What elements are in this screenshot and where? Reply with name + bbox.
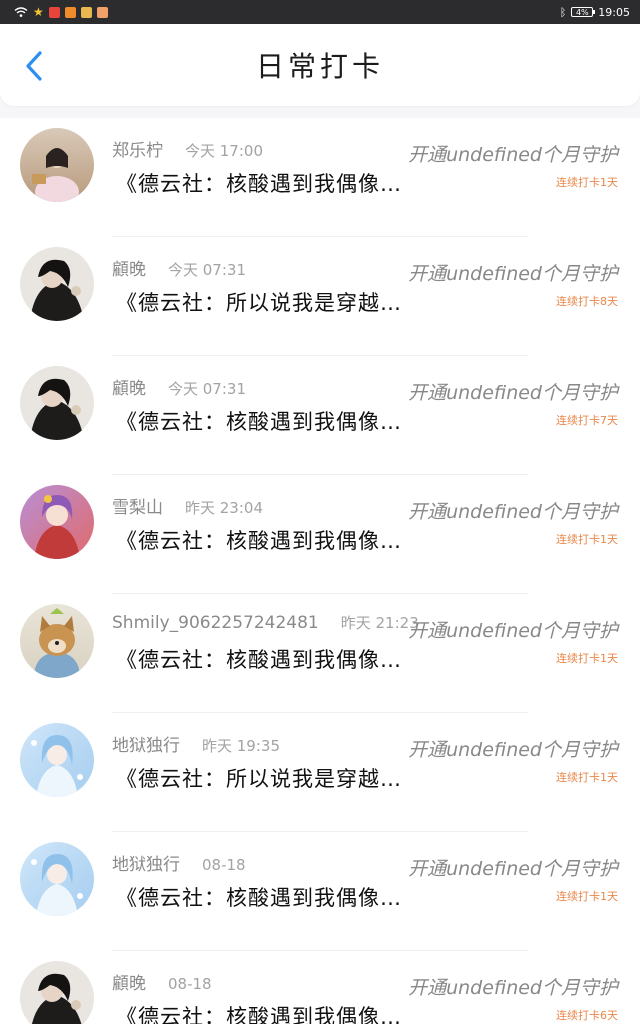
user-name[interactable]: 地狱独行	[112, 850, 180, 875]
streak-badge: 连续打卡1天	[556, 771, 618, 784]
avatar[interactable]	[20, 723, 94, 797]
post-content[interactable]: 《德云社：所以说我是穿越…	[116, 287, 420, 317]
post-time: 昨天 23:04	[185, 499, 263, 517]
user-name[interactable]: 顧晚	[112, 374, 146, 399]
guard-text: 开通undefined个月守护	[408, 739, 618, 761]
battery-icon: 4%	[571, 7, 596, 17]
status-bar: ★ ᛒ 4% 19:05	[0, 0, 640, 24]
streak-badge: 连续打卡6天	[556, 1009, 618, 1022]
clock: 19:05	[598, 5, 630, 19]
header: 日常打卡	[0, 24, 640, 106]
guard-text: 开通undefined个月守护	[408, 858, 618, 880]
guard-text: 开通undefined个月守护	[408, 263, 618, 285]
battery-level: 4%	[575, 7, 589, 17]
post-content[interactable]: 《德云社：核酸遇到我偶像…	[116, 644, 420, 674]
checkin-list: 郑乐柠 今天 17:00 《德云社：核酸遇到我偶像… 开通undefined个月…	[0, 118, 640, 1024]
streak-badge: 连续打卡1天	[556, 176, 618, 189]
post-time: 今天 17:00	[185, 142, 263, 160]
user-name[interactable]: 顧晚	[112, 255, 146, 280]
name-line: 雪梨山 昨天 23:04	[112, 493, 263, 518]
streak-badge: 连续打卡1天	[556, 652, 618, 665]
name-line: 顧晚 今天 07:31	[112, 255, 246, 280]
list-item[interactable]: 顧晚 今天 07:31 《德云社：所以说我是穿越… 开通undefined个月守…	[0, 237, 640, 356]
name-line: 顧晚 今天 07:31	[112, 374, 246, 399]
user-name[interactable]: 雪梨山	[112, 493, 163, 518]
guard-text: 开通undefined个月守护	[408, 977, 618, 999]
list-item[interactable]: 郑乐柠 今天 17:00 《德云社：核酸遇到我偶像… 开通undefined个月…	[0, 118, 640, 237]
post-time: 昨天 21:23	[340, 614, 419, 632]
list-item[interactable]: 雪梨山 昨天 23:04 《德云社：核酸遇到我偶像… 开通undefined个月…	[0, 475, 640, 594]
name-line: Shmily_9062257242481 昨天 21:23	[112, 612, 419, 633]
app-peach-icon	[96, 6, 108, 18]
list-item[interactable]: 地狱独行 昨天 19:35 《德云社：所以说我是穿越… 开通undefined个…	[0, 713, 640, 832]
back-button[interactable]	[18, 50, 50, 82]
avatar[interactable]	[20, 247, 94, 321]
avatar[interactable]	[20, 604, 94, 678]
star-icon: ★	[33, 5, 44, 19]
app-yellow-icon	[80, 6, 92, 18]
list-item[interactable]: 顧晚 今天 07:31 《德云社：核酸遇到我偶像… 开通undefined个月守…	[0, 356, 640, 475]
avatar[interactable]	[20, 485, 94, 559]
post-time: 昨天 19:35	[202, 737, 280, 755]
user-name[interactable]: 地狱独行	[112, 731, 180, 756]
name-line: 地狱独行 昨天 19:35	[112, 731, 280, 756]
user-name[interactable]: 顧晚	[112, 969, 146, 994]
name-line: 地狱独行 08-18	[112, 850, 246, 875]
post-time: 今天 07:31	[168, 261, 246, 279]
post-time: 08-18	[202, 856, 246, 874]
post-content[interactable]: 《德云社：核酸遇到我偶像…	[116, 882, 420, 912]
list-item[interactable]: 顧晚 08-18 《德云社：核酸遇到我偶像… 开通undefined个月守护 连…	[0, 951, 640, 1024]
user-name[interactable]: 郑乐柠	[112, 136, 163, 161]
avatar[interactable]	[20, 961, 94, 1024]
name-line: 顧晚 08-18	[112, 969, 212, 994]
list-item[interactable]: Shmily_9062257242481 昨天 21:23 《德云社：核酸遇到我…	[0, 594, 640, 713]
streak-badge: 连续打卡1天	[556, 890, 618, 903]
guard-text: 开通undefined个月守护	[408, 144, 618, 166]
chevron-left-icon	[26, 51, 42, 81]
user-name[interactable]: Shmily_9062257242481	[112, 613, 319, 633]
post-content[interactable]: 《德云社：核酸遇到我偶像…	[116, 406, 420, 436]
post-content[interactable]: 《德云社：所以说我是穿越…	[116, 763, 420, 793]
name-line: 郑乐柠 今天 17:00	[112, 136, 263, 161]
post-content[interactable]: 《德云社：核酸遇到我偶像…	[116, 525, 420, 555]
list-item[interactable]: 地狱独行 08-18 《德云社：核酸遇到我偶像… 开通undefined个月守护…	[0, 832, 640, 951]
post-content[interactable]: 《德云社：核酸遇到我偶像…	[116, 168, 420, 198]
guard-text: 开通undefined个月守护	[408, 501, 618, 523]
status-left: ★	[14, 6, 108, 18]
streak-badge: 连续打卡1天	[556, 533, 618, 546]
avatar[interactable]	[20, 842, 94, 916]
wifi-icon	[14, 7, 28, 17]
guard-text: 开通undefined个月守护	[408, 382, 618, 404]
post-time: 今天 07:31	[168, 380, 246, 398]
bluetooth-icon: ᛒ	[559, 5, 567, 19]
app-red-icon	[48, 6, 60, 18]
avatar[interactable]	[20, 128, 94, 202]
streak-badge: 连续打卡7天	[556, 414, 618, 427]
app-orange-icon	[64, 6, 76, 18]
avatar[interactable]	[20, 366, 94, 440]
streak-badge: 连续打卡8天	[556, 295, 618, 308]
page-title: 日常打卡	[255, 50, 384, 83]
post-content[interactable]: 《德云社：核酸遇到我偶像…	[116, 1001, 420, 1024]
status-right: ᛒ 4% 19:05	[560, 6, 630, 19]
post-time: 08-18	[168, 975, 212, 993]
guard-text: 开通undefined个月守护	[408, 620, 618, 642]
